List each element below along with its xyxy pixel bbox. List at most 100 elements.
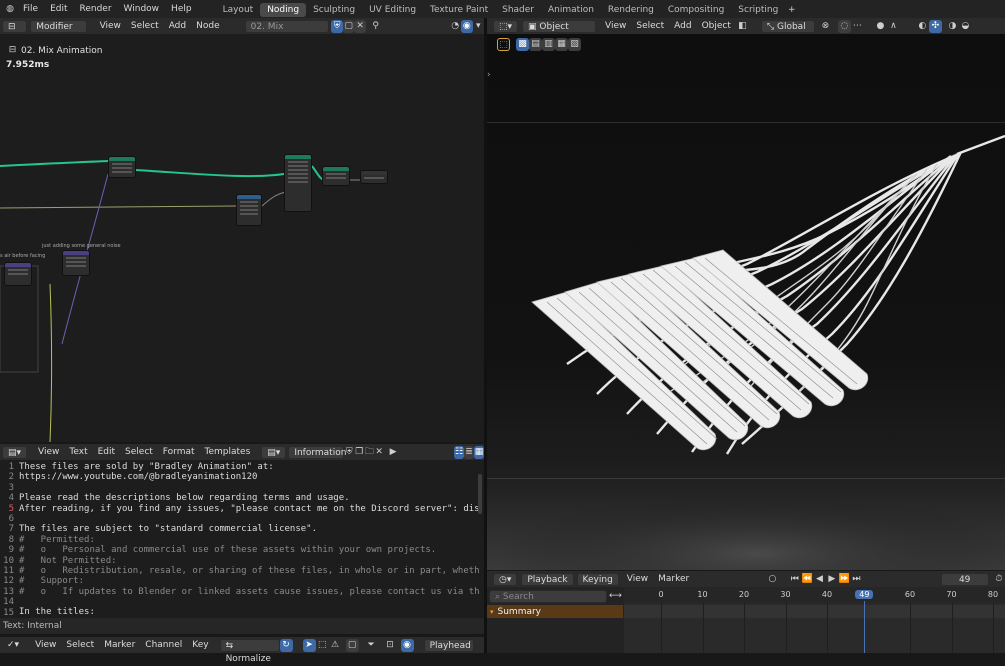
timeline-menu-playback[interactable]: Playback: [521, 572, 574, 586]
current-frame-field[interactable]: 49: [940, 572, 989, 586]
node-menu-view[interactable]: View: [95, 20, 126, 33]
tab-compositing[interactable]: Compositing: [661, 3, 731, 17]
tab-noding[interactable]: Noding: [260, 3, 307, 17]
filter-icon[interactable]: ⏷: [365, 639, 378, 652]
select-cursor-icon[interactable]: ➤: [302, 638, 316, 652]
text-scrollbar[interactable]: [478, 474, 482, 514]
menu-window[interactable]: Window: [118, 0, 166, 18]
tab-animation[interactable]: Animation: [541, 3, 601, 17]
text-menu-edit[interactable]: Edit: [93, 446, 120, 459]
editor-type-button[interactable]: ⊟ ▾: [2, 19, 28, 45]
timeline-menu-view[interactable]: View: [622, 573, 653, 586]
text-menu-templates[interactable]: Templates: [200, 446, 256, 459]
node-tree-selector[interactable]: 02. Mix Animation: [244, 19, 330, 45]
tab-shader[interactable]: Shader: [495, 3, 541, 17]
unlink-icon[interactable]: ✕: [354, 19, 366, 33]
text-content[interactable]: These files are sold by "Bradley Animati…: [19, 462, 479, 618]
code-line[interactable]: The files are subject to "standard comme…: [19, 524, 479, 534]
node-curve-info[interactable]: [284, 154, 312, 212]
node-editor-canvas[interactable]: ⊟ 02. Mix Animation 7.952ms s air before…: [0, 34, 484, 442]
pivot-icon[interactable]: ⊗: [819, 20, 832, 33]
tab-rendering[interactable]: Rendering: [601, 3, 661, 17]
tab-sculpting[interactable]: Sculpting: [306, 3, 362, 17]
text-menu-view[interactable]: View: [33, 446, 64, 459]
code-line[interactable]: [19, 483, 479, 493]
dopesheet-menu-marker[interactable]: Marker: [99, 639, 140, 652]
playhead-dropdown[interactable]: Playhead: [423, 638, 474, 652]
add-workspace-icon[interactable]: +: [785, 4, 798, 17]
node-noise[interactable]: [62, 250, 90, 276]
snap-dopesheet-icon[interactable]: ⊡: [384, 639, 397, 652]
warning-icon[interactable]: ⚠: [329, 639, 342, 652]
summary-channel[interactable]: ▾ Summary: [487, 605, 623, 618]
word-wrap-icon[interactable]: ≣: [464, 445, 474, 459]
falloff-icon[interactable]: ∧: [887, 20, 900, 33]
expand-summary-icon[interactable]: ▾: [490, 608, 494, 616]
menu-edit[interactable]: Edit: [44, 0, 73, 18]
node-menu-add[interactable]: Add: [164, 20, 191, 33]
jump-start-icon[interactable]: ⏮: [789, 573, 801, 586]
text-datablock-name[interactable]: Information: [288, 445, 346, 459]
code-line[interactable]: # Permitted:: [19, 535, 479, 545]
line-numbers-icon[interactable]: ☷: [454, 445, 465, 459]
viewport-menu-view[interactable]: View: [600, 20, 631, 33]
timeline-body[interactable]: ⌕ Search ⟷ ▾ Summary 0 10 20 30 40 49 60 70 80: [487, 587, 1005, 653]
timeline-track-area[interactable]: 0 10 20 30 40 49 60 70 80: [624, 587, 1005, 653]
text-editor-type-button[interactable]: ▤▾: [2, 445, 28, 459]
blender-logo-icon[interactable]: ◍: [3, 3, 17, 16]
code-line[interactable]: # o Redistribution, resale, or sharing o…: [19, 566, 479, 576]
node-mix[interactable]: [236, 194, 262, 226]
record-icon[interactable]: ○: [766, 573, 778, 586]
pin-icon[interactable]: ⚲: [370, 20, 382, 33]
viewport-editor-type-button[interactable]: ⬚▾: [493, 19, 519, 33]
text-fake-user-icon[interactable]: ⛨: [344, 446, 354, 459]
menu-render[interactable]: Render: [74, 0, 118, 18]
node-menu-node[interactable]: Node: [191, 20, 225, 33]
text-unlink-icon[interactable]: ✕: [374, 446, 384, 459]
transform-orientation-dropdown[interactable]: ⤡ Global ▾: [760, 19, 815, 45]
code-line[interactable]: [19, 514, 479, 524]
duplicate-icon[interactable]: ▢: [342, 19, 355, 33]
text-datablock-type[interactable]: ▤▾: [261, 445, 287, 459]
snap-icon[interactable]: ◔: [449, 20, 461, 33]
visibility-icon[interactable]: ◐: [916, 20, 929, 33]
code-line[interactable]: # o If updates to Blender or linked asse…: [19, 587, 479, 597]
playhead-line[interactable]: [864, 601, 866, 653]
dopesheet-menu-channel[interactable]: Channel: [140, 639, 187, 652]
dopesheet-menu-key[interactable]: Key: [187, 639, 213, 652]
node-set-position-2[interactable]: [322, 166, 350, 186]
normalize-refresh-icon[interactable]: ↻: [279, 638, 293, 652]
dopesheet-editor-type-button[interactable]: ✓▾: [2, 639, 24, 652]
proportional-edit-icon[interactable]: ●: [874, 20, 887, 33]
code-line[interactable]: In the titles:: [19, 607, 479, 617]
text-menu-text[interactable]: Text: [64, 446, 92, 459]
node-group-output[interactable]: [360, 170, 388, 184]
overlays-icon[interactable]: ◑: [946, 20, 959, 33]
fake-user-icon[interactable]: ⛨: [331, 19, 343, 33]
text-menu-format[interactable]: Format: [158, 446, 200, 459]
node-menu-select[interactable]: Select: [126, 20, 164, 33]
3d-viewport[interactable]: ⬚ ▩ ▤ ▥ ▦ ▧ ›: [487, 34, 1005, 570]
tab-texture-paint[interactable]: Texture Paint: [423, 3, 495, 17]
stopwatch-icon[interactable]: ⏱: [993, 573, 1005, 586]
menu-file[interactable]: File: [17, 0, 44, 18]
shading-icon[interactable]: ◒: [959, 20, 972, 33]
viewport-menu-object[interactable]: Object: [697, 20, 736, 33]
timeline-menu-keying[interactable]: Keying: [576, 572, 619, 586]
play-reverse-icon[interactable]: ◀: [813, 573, 825, 586]
tab-layout[interactable]: Layout: [216, 3, 261, 17]
code-line[interactable]: # o Personal and commercial use of these…: [19, 545, 479, 555]
dopesheet-menu-view[interactable]: View: [30, 639, 61, 652]
frame-all-icon[interactable]: ⬚: [316, 639, 329, 652]
mode-dropdown[interactable]: ▣ Object Mode ▾: [522, 19, 597, 45]
text-menu-select[interactable]: Select: [120, 446, 158, 459]
code-line[interactable]: After reading, if you find any issues, "…: [19, 504, 479, 514]
run-script-icon[interactable]: ▶: [388, 446, 398, 459]
code-line[interactable]: [19, 597, 479, 607]
text-new-icon[interactable]: ❐: [354, 446, 364, 459]
text-open-icon[interactable]: 🗀: [364, 446, 374, 459]
menu-help[interactable]: Help: [165, 0, 198, 18]
normalize-toggle[interactable]: ⇆ Normalize: [219, 638, 280, 664]
text-editor-body[interactable]: 1 2 3 4 5 6 7 8 9 10 11 12 13 14 15 These files are so…: [0, 460, 484, 618]
code-line[interactable]: https://www.youtube.com/@bradleyanimatio…: [19, 472, 479, 482]
